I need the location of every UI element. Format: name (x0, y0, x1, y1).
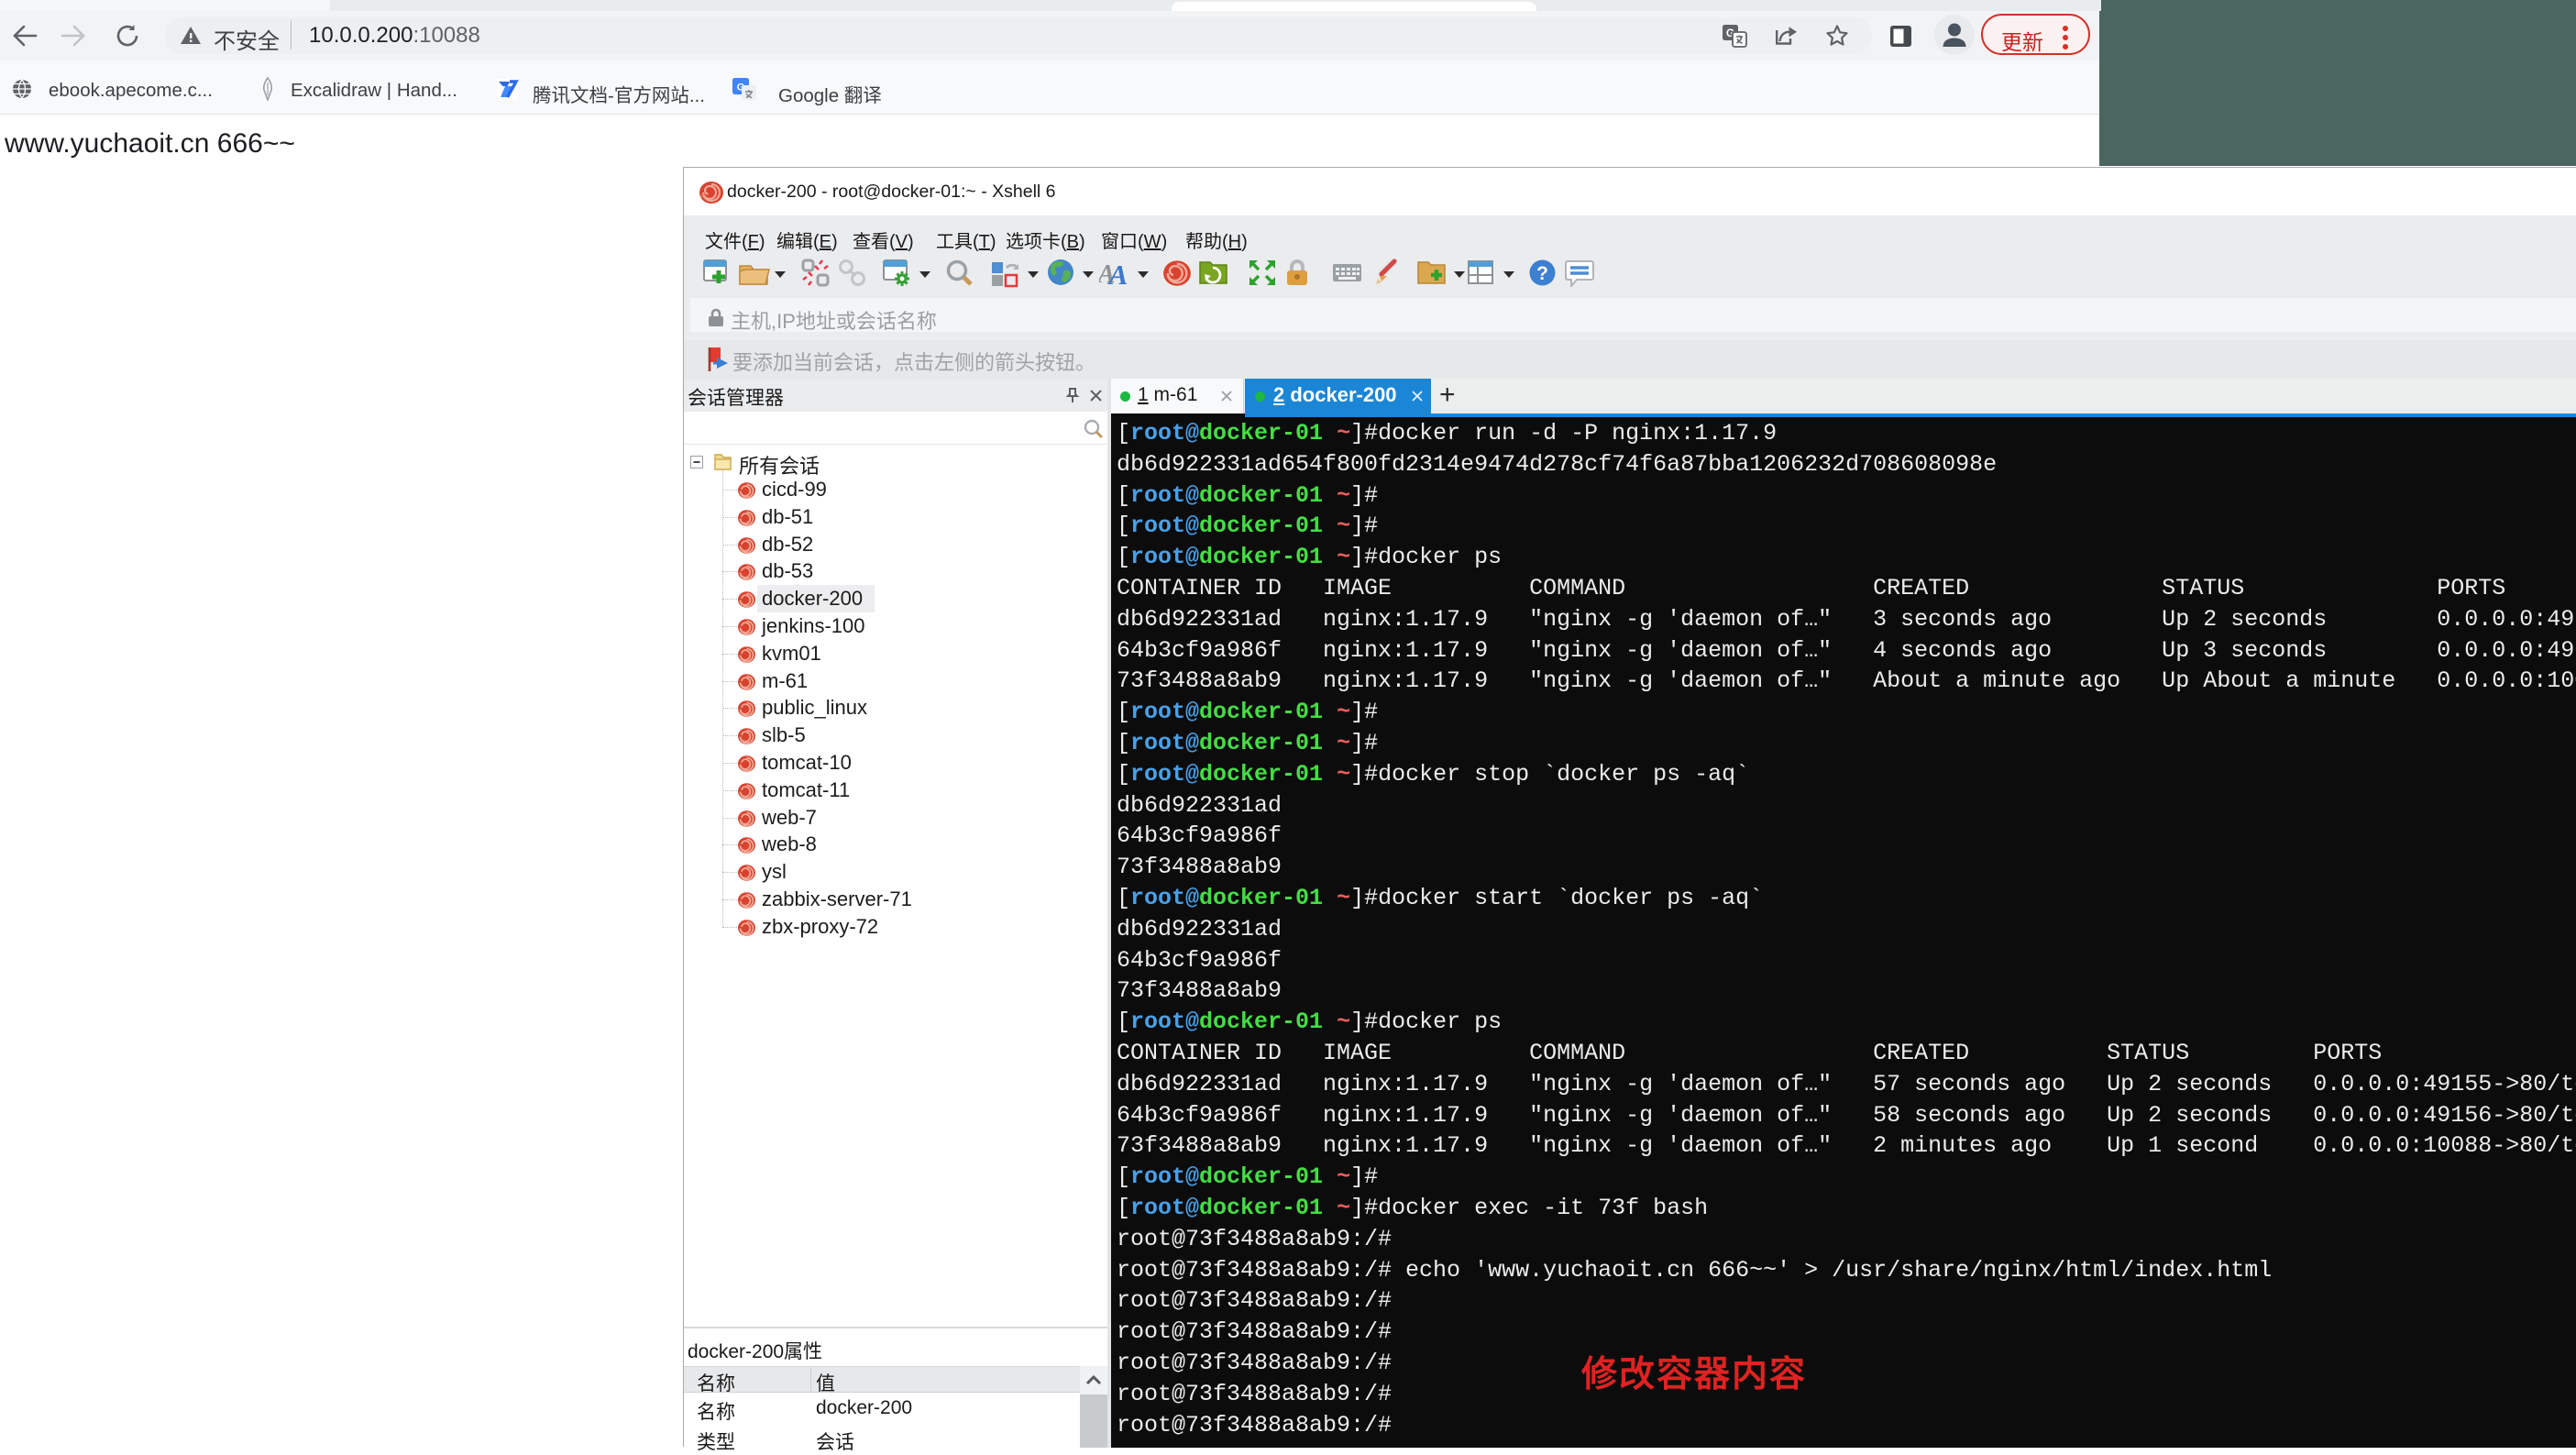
svg-text:A: A (1107, 259, 1128, 287)
svg-text:?: ? (1536, 263, 1548, 284)
